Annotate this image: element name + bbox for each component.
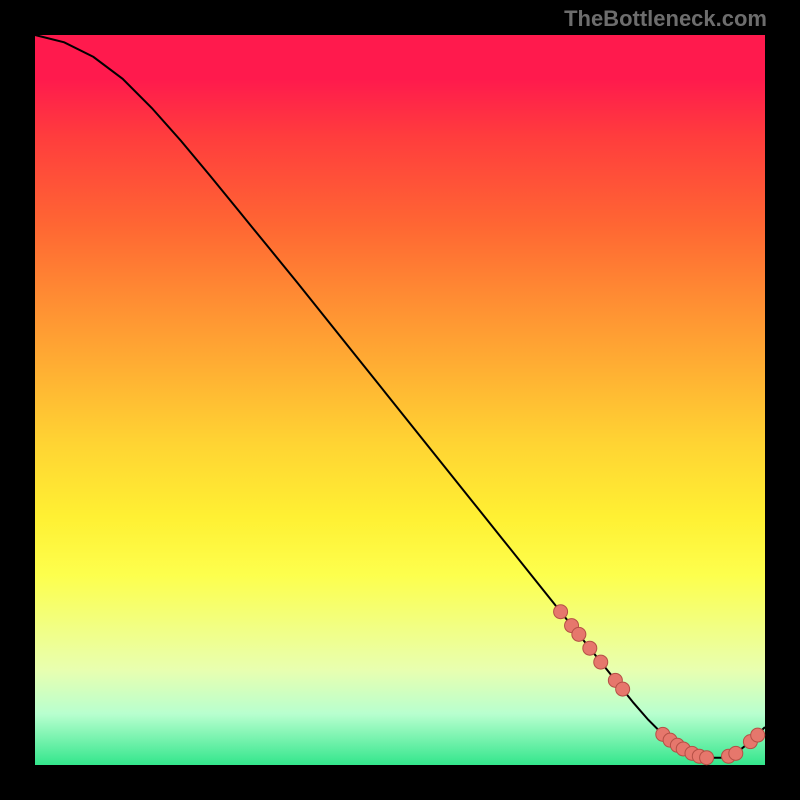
data-marker xyxy=(751,728,765,742)
data-marker xyxy=(583,641,597,655)
data-marker xyxy=(700,751,714,765)
data-marker xyxy=(729,746,743,760)
chart-svg xyxy=(35,35,765,765)
data-marker xyxy=(554,605,568,619)
attribution-label: TheBottleneck.com xyxy=(564,6,767,32)
plot-area xyxy=(35,35,765,765)
data-markers xyxy=(554,605,765,765)
chart-stage: TheBottleneck.com xyxy=(0,0,800,800)
data-marker xyxy=(572,627,586,641)
bottleneck-curve xyxy=(35,35,765,758)
data-marker xyxy=(594,655,608,669)
data-marker xyxy=(616,682,630,696)
